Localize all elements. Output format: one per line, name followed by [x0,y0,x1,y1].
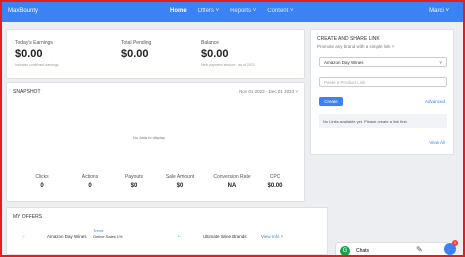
offer-name[interactable]: Amazon Day Wines [47,234,87,239]
stat-total-pending: Total Pending $0.00 [121,40,151,60]
offer-tag: Trend [93,228,104,233]
metric-value: 0 [40,183,44,189]
offers-title: MY OFFERS [13,214,43,220]
stat-value: $0.00 [121,48,149,60]
chat-label: Chats [356,248,370,254]
no-links-info: No Links available yet. Please create a … [319,114,447,128]
stat-label: Total Pending [121,40,152,46]
metric-label: Actions [81,174,99,180]
metric-payouts: Payouts $0 [109,174,159,189]
earnings-card: Today's Earnings $0.00 Includes confirme… [6,29,305,79]
metric-label: CPC [269,174,281,180]
my-offers-card: MY OFFERS → Amazon Day Wines Trend Onlin… [6,207,328,255]
offer-row[interactable]: → Amazon Day Wines Trend Online Sales 1%… [7,224,307,248]
advanced-link[interactable]: Advanced [425,99,445,104]
nav-content[interactable]: Content ˅ [267,8,293,14]
top-navigation: MaxBounty Home Offers ˅ Reports ˅ Conten… [2,2,463,22]
view-info-link[interactable]: View Info ˅ [261,234,283,239]
share-subtitle: Promote any brand with a simple link ˅ [317,44,395,49]
chevron-down-icon: ˅ [439,60,442,65]
share-link-card: CREATE AND SHARE LINK Promote any brand … [310,29,454,155]
offer-status: Online Sales 1% [93,234,123,239]
metric-sale-amount: Sale Amount $0 [155,174,205,189]
share-title: CREATE AND SHARE LINK [317,36,380,42]
user-menu[interactable]: Marci ˅ [429,8,449,14]
main-nav: Home Offers ˅ Reports ˅ Content ˅ [170,8,293,14]
metric-value: $0 [176,183,184,189]
stat-value: $0.00 [201,48,229,60]
metric-label: Clicks [35,174,49,180]
nav-home[interactable]: Home [170,8,187,14]
nav-offers[interactable]: Offers ˅ [198,8,219,14]
metric-cpc: CPC $0.00 [250,174,300,189]
help-bubble[interactable]: 1 [444,240,458,255]
edit-pencil-icon[interactable]: ✎ [416,245,423,254]
chat-avatar: G [340,246,350,255]
metric-clicks: Clicks 0 [17,174,67,189]
stat-note: Next payment amount · as of 2023 [201,63,255,67]
metric-value: $0.00 [267,183,283,189]
date-range-picker[interactable]: Nov 01 2023 - Dec 01 2023 ˅ [239,89,298,94]
chart-empty-message: No data to display [133,135,166,140]
nav-reports[interactable]: Reports ˅ [230,8,256,14]
product-link-input[interactable]: Paste a Product Link [319,77,447,87]
create-button[interactable]: Create [319,97,343,106]
offer-select[interactable]: Amazon Day Wines ˅ [319,57,447,67]
stat-label: Balance [201,40,220,46]
snapshot-title: SNAPSHOT [13,89,41,95]
metric-label: Conversion Rate [213,174,251,180]
chart-icon[interactable]: ∟ [177,233,181,238]
brand-logo[interactable]: MaxBounty [8,8,38,14]
stat-value: $0.00 [15,48,43,60]
stat-todays-earnings: Today's Earnings $0.00 Includes confirme… [15,40,59,67]
chat-widget[interactable]: G Chats ✎ [335,242,449,255]
app-window: MaxBounty Home Offers ˅ Reports ˅ Conten… [0,0,465,257]
arrow-icon: → [21,233,26,238]
offer-select-value: Amazon Day Wines [324,60,364,65]
stat-label: Today's Earnings [15,40,53,46]
metric-actions: Actions 0 [65,174,115,189]
notification-badge: 1 [452,240,458,246]
stat-note: Includes confirmed earnings [15,63,59,67]
view-all-link[interactable]: View All [429,140,445,145]
metric-label: Payouts [124,174,144,180]
metric-value: 0 [88,183,92,189]
offer-brand: Ultimate Wine Brands [203,234,247,239]
metric-value: $0 [130,183,138,189]
metric-label: Sale Amount [165,174,195,180]
stat-balance: Balance $0.00 Next payment amount · as o… [201,40,255,67]
